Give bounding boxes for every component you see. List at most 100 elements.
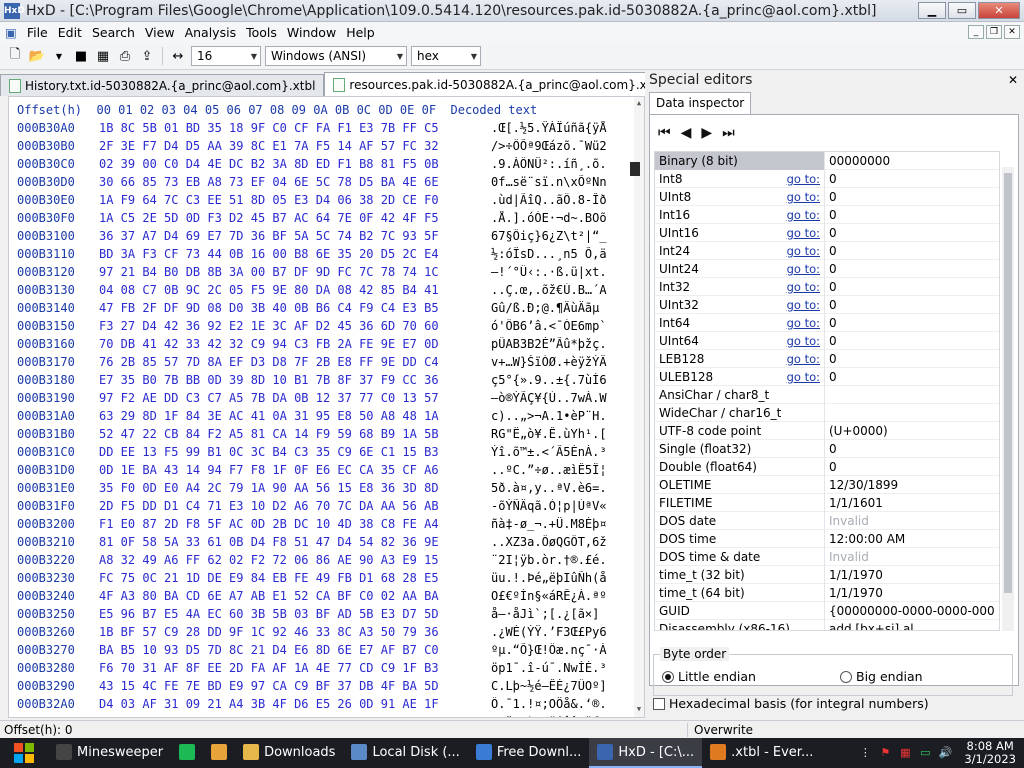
goto-link[interactable]: go to: [787,172,820,186]
previous-icon[interactable]: ◀ [681,125,692,141]
hex-row[interactable]: 000B3110 BD 3A F3 CF 73 44 0B 16 00 B8 6E… [17,247,631,265]
inspector-row[interactable]: time_t (32 bit) 1/1/1970 [655,565,999,584]
row-bytes[interactable]: 63 29 8D 1F 84 3E AC 41 0A 31 95 E8 50 A… [99,409,491,427]
row-bytes[interactable]: 1B BF 57 C9 28 DD 9F 1C 92 46 33 8C A3 5… [99,625,491,643]
inspector-value[interactable]: 0 [825,190,995,204]
inspector-value[interactable]: 0 [825,352,995,366]
row-bytes[interactable]: 04 08 C7 0B 9C 2C 05 F5 9E 80 DA 08 42 8… [99,283,491,301]
row-bytes[interactable]: FC 75 0C 21 1D DE E9 84 EB FE 49 FB D1 6… [99,571,491,589]
row-decoded-text[interactable]: c)..„>¬A.1•èP¨H. [491,409,631,427]
inspector-value[interactable]: 1/1/1601 [825,496,995,510]
delete-icon[interactable]: ▦ [94,47,112,65]
hex-basis-checkbox[interactable]: Hexadecimal basis (for integral numbers) [653,696,929,711]
inspector-value[interactable]: 0 [825,262,995,276]
row-decoded-text[interactable]: ..ºC.”÷ø..æìÊ5Ï¦ [491,463,631,481]
hex-scrollbar[interactable]: ▲ ▼ [634,97,644,717]
print-icon[interactable]: ⎙ [116,47,134,65]
menu-tools[interactable]: Tools [241,25,282,40]
row-decoded-text[interactable]: RG"Ë„ò¥.Ê.ùYh¹.[ [491,427,631,445]
row-bytes[interactable]: 0D 1E BA 43 14 94 F7 F8 1F 0F E6 EC CA 3… [99,463,491,481]
open-file-icon[interactable]: 📂 [28,47,46,65]
taskbar-item[interactable]: Minesweeper [48,738,171,768]
save-icon[interactable]: ■ [72,47,90,65]
inspector-value[interactable]: 0 [825,226,995,240]
inspector-value[interactable]: 0 [825,172,995,186]
taskbar-item[interactable] [203,738,235,768]
hex-row[interactable]: 000B3220 A8 32 49 A6 FF 62 02 F2 72 06 86… [17,553,631,571]
hex-row[interactable]: 000B31E0 35 F0 0D E0 A4 2C 79 1A 90 AA 56… [17,481,631,499]
inspector-value[interactable]: 0 [825,298,995,312]
row-decoded-text[interactable]: .Œ[.½5.ŸÀÏúñã{ÿÅ [491,121,631,139]
hex-row[interactable]: 000B31B0 52 47 22 CB 84 F2 A5 81 CA 14 F9… [17,427,631,445]
defender-icon[interactable]: ▦ [898,746,912,760]
row-decoded-text[interactable]: ½:óÏsD...¸n5 Õ,ä [491,247,631,265]
row-decoded-text[interactable]: ..XZ3a.ÔøQGÔT‚6ž [491,535,631,553]
row-decoded-text[interactable]: 5ð.à¤,y..ªV.è6=. [491,481,631,499]
hex-row[interactable]: 000B3240 4F A3 80 BA CD 6E A7 AB E1 52 CA… [17,589,631,607]
row-bytes[interactable]: DD EE 13 F5 99 B1 0C 3C B4 C3 35 C9 6E C… [99,445,491,463]
inspector-value[interactable]: 0 [825,244,995,258]
inspector-value[interactable]: 0 [825,316,995,330]
hex-row[interactable]: 000B31C0 DD EE 13 F5 99 B1 0C 3C B4 C3 35… [17,445,631,463]
hex-row[interactable]: 000B3150 F3 27 D4 42 36 92 E2 1E 3C AF D2… [17,319,631,337]
inspector-row[interactable]: UTF-8 code point (U+0000) [655,421,999,440]
inspector-row[interactable]: GUID {00000000-0000-0000-0000- [655,601,999,620]
goto-link[interactable]: go to: [787,352,820,366]
offset-base-select[interactable]: hex ▼ [411,46,481,66]
scroll-down-icon[interactable]: ▼ [634,705,644,715]
tab-data-inspector[interactable]: Data inspector [649,92,752,114]
inspector-value[interactable]: 12/30/1899 [825,478,995,492]
row-decoded-text[interactable]: ç5°{».9..±{.7ùÌ6 [491,373,631,391]
row-bytes[interactable]: 1A C5 2E 5D 0D F3 D2 45 B7 AC 64 7E 0F 4… [99,211,491,229]
goto-link[interactable]: go to: [787,280,820,294]
hex-row[interactable]: 000B3100 36 37 A7 D4 69 E7 7D 36 BF 5A 5C… [17,229,631,247]
hex-row[interactable]: 000B3230 FC 75 0C 21 1D DE E9 84 EB FE 49… [17,571,631,589]
hex-row[interactable]: 000B32A0 D4 03 AF 31 09 21 A4 3B 4F D6 E5… [17,697,631,715]
inspector-value[interactable]: 00000000 [825,154,995,168]
goto-link[interactable]: go to: [787,316,820,330]
inspector-value[interactable]: 0 [825,208,995,222]
start-button[interactable] [0,738,48,768]
row-bytes[interactable]: 02 39 00 C0 D4 4E DC B2 3A 8D ED F1 B8 8… [99,157,491,175]
hex-row[interactable]: 000B3260 1B BF 57 C9 28 DD 9F 1C 92 46 33… [17,625,631,643]
row-decoded-text[interactable]: />÷ÔÕª9Œázõ.¯Wü2 [491,139,631,157]
maximize-button[interactable]: ▭ [948,2,976,19]
row-decoded-text[interactable]: pÛAB3B2É”Ãû*þžç. [491,337,631,355]
scroll-thumb[interactable] [1004,173,1012,593]
hex-row[interactable]: 000B30C0 02 39 00 C0 D4 4E DC B2 3A 8D ED… [17,157,631,175]
row-decoded-text[interactable]: 0f…së¨sï.n\xÕºNn [491,175,631,193]
hex-row[interactable]: 000B3280 F6 70 31 AF 8F EE 2D FA AF 1A 4E… [17,661,631,679]
row-decoded-text[interactable]: å–·åJì`;[.¿­[ã×] [491,607,631,625]
close-icon[interactable]: ✕ [1008,73,1018,87]
hex-row[interactable]: 000B30D0 30 66 85 73 EB A8 73 EF 04 6E 5C… [17,175,631,193]
inspector-row[interactable]: Single (float32) 0 [655,439,999,458]
flag-icon[interactable]: ⚑ [878,746,892,760]
taskbar-item[interactable]: HxD - [C:\... [589,738,703,768]
goto-link[interactable]: go to: [787,298,820,312]
inspector-row[interactable]: DOS date Invalid [655,511,999,530]
row-bytes[interactable]: 76 2B 85 57 7D 8A EF D3 D8 7F 2B E8 FF 9… [99,355,491,373]
row-decoded-text[interactable]: …;žXI)6»ë’êî0üfD [491,715,631,717]
export-icon[interactable]: ⇪ [138,47,156,65]
first-icon[interactable]: ⏮ [658,125,671,141]
hex-row[interactable]: 000B3270 BA B5 10 93 D5 7D 8C 21 D4 E6 8D… [17,643,631,661]
taskbar-item[interactable]: Free Downl... [468,738,590,768]
row-bytes[interactable]: 2D F5 DD D1 C4 71 E3 10 D2 A6 70 7C DA A… [99,499,491,517]
inspector-row[interactable]: DOS time & date Invalid [655,547,999,566]
goto-link[interactable]: go to: [787,208,820,222]
row-decoded-text[interactable]: .¿WÉ(ÝŸ.’F3Œ£Py6 [491,625,631,643]
inspector-value[interactable]: add [bx+si],al [825,622,995,631]
row-decoded-text[interactable]: 67§Ôiç}6¿Z\t²|“_ [491,229,631,247]
inspector-row[interactable]: FILETIME 1/1/1601 [655,493,999,512]
inspector-value[interactable]: 0 [825,334,995,348]
inspector-value[interactable]: 1/1/1970 [825,568,995,582]
row-decoded-text[interactable]: —ò®ÝÃÇ¥{Ú..7wÀ.W [491,391,631,409]
row-bytes[interactable]: 30 66 85 73 EB A8 73 EF 04 6E 5C 78 D5 B… [99,175,491,193]
row-decoded-text[interactable]: .9.ÀÔNÜ²:.íñ¸.õ. [491,157,631,175]
more-icon[interactable]: ⋮ [858,746,872,760]
row-decoded-text[interactable]: ó'ÔB6’â.<¯ÒE6mp` [491,319,631,337]
goto-link[interactable]: go to: [787,262,820,276]
row-bytes[interactable]: E7 35 B0 7B BB 0D 39 8D 10 B1 7B 8F 37 F… [99,373,491,391]
taskbar-item[interactable]: .xtbl - Ever... [702,738,821,768]
hex-row[interactable]: 000B30F0 1A C5 2E 5D 0D F3 D2 45 B7 AC 64… [17,211,631,229]
